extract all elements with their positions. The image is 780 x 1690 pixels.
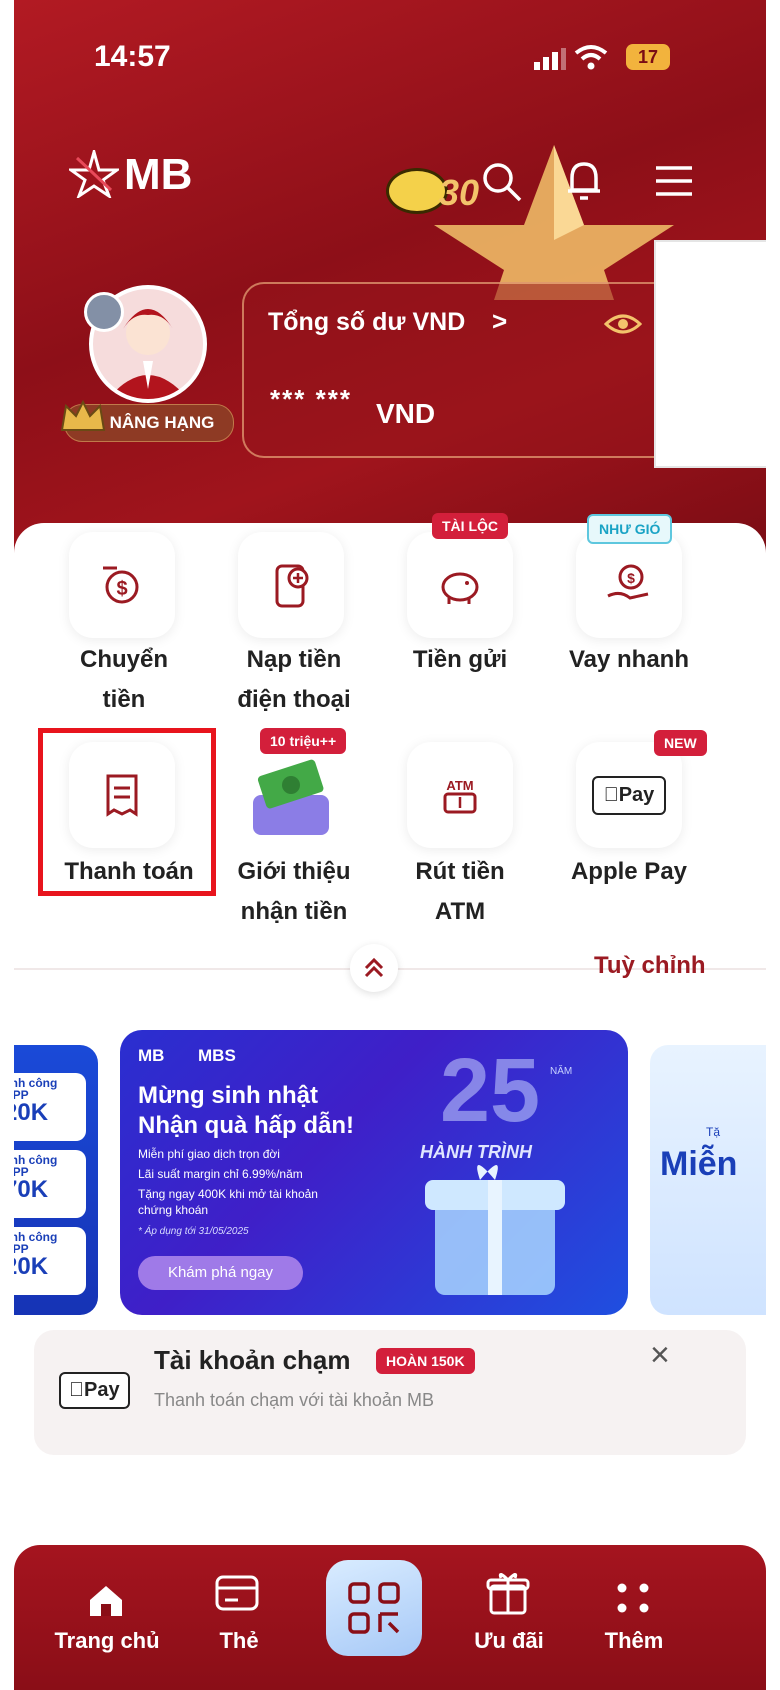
app-screen: 14:57 17 MB 30 NÂNG HẠNG Tổng số dư VND …: [14, 0, 766, 1690]
menu-icon[interactable]: [654, 164, 694, 203]
referral-gift-icon: [253, 759, 329, 835]
svg-text:ATM: ATM: [446, 778, 473, 793]
transfer-tile[interactable]: $: [69, 532, 175, 638]
badge-tai-loc-text: TÀI LỘC: [442, 518, 498, 534]
gift-icon[interactable]: [486, 1570, 530, 1621]
transfer-icon: $: [103, 566, 139, 604]
banner-left-item-3: ành công APP20K: [14, 1227, 86, 1295]
collapse-button[interactable]: [350, 944, 398, 992]
nav-offers[interactable]: Ưu đãi: [459, 1628, 559, 1654]
nav-card[interactable]: Thẻ: [194, 1628, 284, 1654]
svg-text:$: $: [116, 578, 127, 600]
payment-label: Thanh toán: [64, 858, 194, 885]
badge-nhu-gio-text: NHƯ GIÓ: [599, 521, 661, 537]
mb-logo-icon: [66, 146, 122, 203]
upgrade-rank-label: NÂNG HẠNG: [109, 413, 215, 432]
gift-box-illustration: [425, 1165, 565, 1295]
banner-bullet-3: Tặng ngay 400K khi mở tài khoản chứng kh…: [138, 1187, 318, 1217]
piggy-bank-icon: [441, 572, 479, 604]
badge-referral-text: 10 triệu++: [270, 733, 337, 749]
badge-new-text: NEW: [664, 735, 697, 751]
banner-note: * Áp dụng tới 31/05/2025: [138, 1226, 249, 1237]
banner-cta-button[interactable]: Khám phá ngay: [138, 1256, 303, 1290]
promo-title: Tài khoản chạm: [154, 1345, 351, 1375]
svg-text:$: $: [627, 570, 635, 586]
banner-left-item-1-amount: 20K: [14, 1099, 49, 1126]
banner-left-partial[interactable]: ành công APP20K ành công APP70K ành công…: [14, 1045, 98, 1315]
promo-subtitle: Thanh toán chạm với tài khoản MB: [154, 1390, 434, 1410]
shield-chat-icon: [84, 292, 124, 332]
apple-pay-tile[interactable]: Pay: [576, 742, 682, 848]
star-decoration: [434, 145, 674, 300]
banner-left-item-2: ành công APP70K: [14, 1150, 86, 1218]
signal-icon: [534, 48, 566, 75]
badge-referral: 10 triệu++: [260, 728, 347, 754]
banner-brand-mbs: MBS: [198, 1046, 236, 1065]
atm-label: Rút tiền ATM: [415, 858, 505, 925]
card-icon[interactable]: [214, 1572, 262, 1621]
banner-art-number: 25: [440, 1041, 541, 1141]
overlay-panel: [654, 240, 766, 468]
badge-nhu-gio: NHƯ GIÓ: [587, 514, 673, 544]
promo-banner[interactable]: MB MBS Mừng sinh nhật Nhận quà hấp dẫn! …: [120, 1030, 628, 1315]
promo-apple-pay-icon: Pay: [59, 1372, 130, 1409]
bell-icon[interactable]: [564, 158, 604, 209]
banner-left-item-2-amount: 70K: [14, 1176, 49, 1203]
anniversary-number: 30: [439, 172, 480, 213]
apple-pay-label: Apple Pay: [570, 858, 688, 885]
balance-chevron-icon[interactable]: >: [492, 306, 507, 337]
apple-pay-icon: Pay: [591, 775, 667, 815]
quick-loan-label: Vay nhanh: [568, 646, 690, 673]
banner-left-item-1: ành công APP20K: [14, 1073, 86, 1141]
banner-art-year: NĂM: [550, 1066, 573, 1077]
banner-brand-mb: MB: [138, 1046, 165, 1065]
search-icon[interactable]: [480, 160, 524, 209]
banner-bullet-2: Lãi suất margin chỉ 6.99%/năm: [138, 1167, 303, 1181]
badge-tai-loc: TÀI LỘC: [432, 513, 508, 539]
battery-indicator: 17: [626, 44, 670, 70]
phone-topup-label: Nạp tiền điện thoại: [237, 646, 351, 713]
crown-icon: [58, 396, 108, 441]
banner-title-line1: Mừng sinh nhật: [138, 1082, 319, 1109]
phone-topup-tile[interactable]: [238, 532, 344, 638]
loan-hand-icon: $: [607, 564, 649, 600]
customize-link[interactable]: Tuỳ chỉnh: [594, 952, 706, 980]
more-dots-icon[interactable]: [614, 1580, 654, 1621]
qr-scan-button[interactable]: [326, 1560, 422, 1656]
banner-left-item-3-amount: 20K: [14, 1253, 49, 1280]
referral-label: Giới thiệu nhận tiền: [237, 858, 351, 925]
atm-icon: ATM: [443, 778, 477, 814]
qr-scan-icon: [348, 1582, 400, 1634]
banner-right-text: Miễn: [660, 1145, 738, 1183]
transfer-label: Chuyển tiền: [79, 646, 168, 713]
nav-home[interactable]: Trang chủ: [42, 1628, 172, 1654]
banner-bullet-1: Miễn phí giao dịch trọn đời: [138, 1147, 280, 1161]
eye-icon[interactable]: [603, 310, 643, 343]
balance-masked: *** ***: [270, 384, 352, 414]
balance-title: Tổng số dư VND: [268, 308, 466, 336]
wifi-icon: [574, 44, 608, 75]
banner-right-small: Tặ: [706, 1125, 721, 1139]
referral-tile[interactable]: [238, 742, 344, 848]
home-icon[interactable]: [86, 1582, 126, 1623]
nav-more[interactable]: Thêm: [584, 1628, 684, 1654]
deposit-label: Tiền gửi: [412, 646, 508, 673]
badge-new: NEW: [654, 730, 707, 756]
phone-topup-icon: [275, 564, 309, 608]
chevron-up-icon: [364, 957, 384, 978]
quick-loan-tile[interactable]: $: [576, 532, 682, 638]
atm-tile[interactable]: ATM: [407, 742, 513, 848]
balance-currency: VND: [376, 398, 436, 429]
brand-name: MB: [124, 150, 193, 199]
deposit-tile[interactable]: [407, 532, 513, 638]
close-icon[interactable]: ×: [650, 1336, 670, 1375]
status-time: 14:57: [94, 40, 171, 73]
promo-badge: HOÀN 150K: [376, 1348, 475, 1374]
banner-title-line2: Nhận quà hấp dẫn!: [138, 1112, 354, 1139]
banner-right-partial[interactable]: Tặ Miễn: [650, 1045, 766, 1315]
